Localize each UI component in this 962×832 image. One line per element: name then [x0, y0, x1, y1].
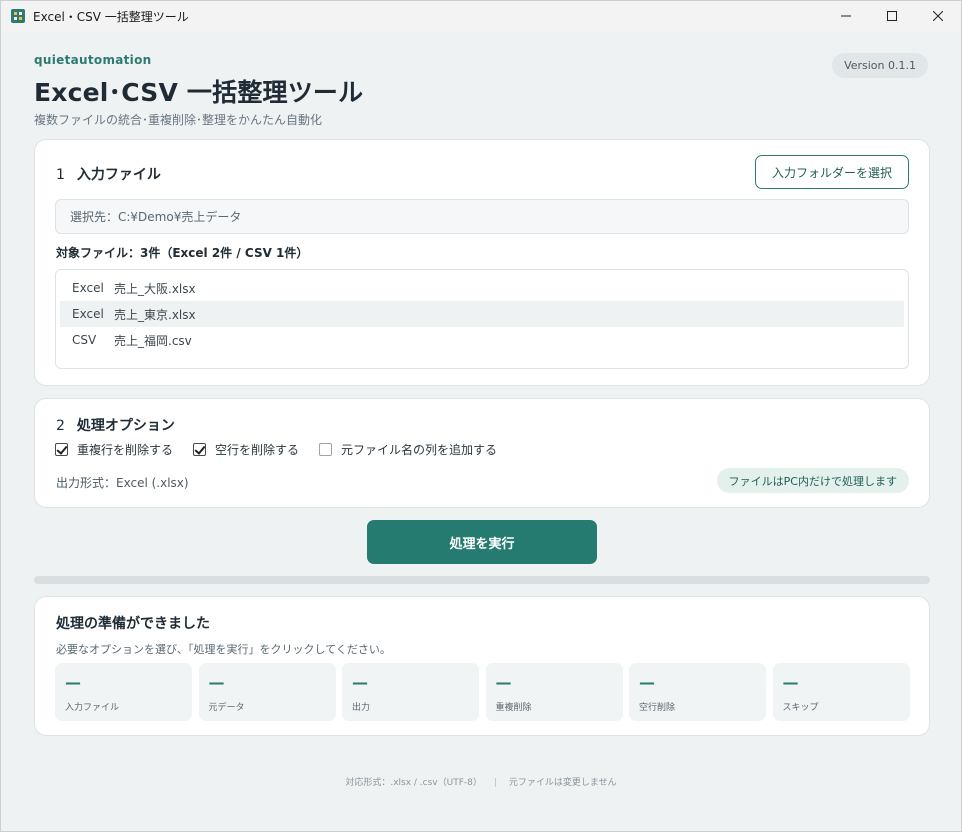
- stat-label: 元データ: [208, 703, 245, 713]
- minimize-icon: [841, 15, 851, 17]
- selected-folder-path: 選択先：C:¥Demo¥売上データ: [55, 199, 909, 234]
- file-list-item[interactable]: Excel 売上_東京.xlsx: [60, 301, 904, 327]
- status-message: 必要なオプションを選び、「処理を実行」をクリックしてください。: [56, 643, 391, 656]
- status-card: 処理の準備ができました 必要なオプションを選び、「処理を実行」をクリックしてくだ…: [34, 596, 930, 736]
- status-title: 処理の準備ができました: [56, 616, 210, 632]
- output-format: 出力形式：Excel (.xlsx): [56, 476, 189, 490]
- stat-value: —: [352, 673, 368, 692]
- close-icon: [933, 11, 943, 21]
- input-files-card: 1 入力ファイル 入力フォルダーを選択 選択先：C:¥Demo¥売上データ 対象フ…: [34, 139, 930, 386]
- stat-label: 重複削除: [495, 703, 532, 713]
- stat-duplicates-removed: — 重複削除: [485, 663, 623, 721]
- run-process-button[interactable]: 処理を実行: [367, 520, 597, 564]
- section-label: 処理オプション: [76, 418, 175, 434]
- option-checkboxes: 重複行を削除する 空行を削除する 元ファイル名の列を追加する: [55, 441, 517, 458]
- input-section-title: 1 入力ファイル: [56, 164, 161, 184]
- stat-value: —: [495, 673, 512, 692]
- options-card: 2 処理オプション 重複行を削除する 空行を削除する 元ファイル名の列を追加する …: [34, 398, 930, 508]
- options-section-title: 2 処理オプション: [56, 415, 175, 435]
- option-label: 空行を削除する: [215, 443, 300, 457]
- brand-name: quietautomation: [34, 53, 152, 67]
- source-unchanged-note: 元ファイルは変更しません: [508, 778, 617, 788]
- maximize-icon: [887, 11, 897, 21]
- option-label: 重複行を削除する: [77, 443, 174, 457]
- version-badge: Version 0.1.1: [832, 53, 928, 78]
- option-remove-empty-rows[interactable]: 空行を削除する: [193, 441, 299, 458]
- file-list-item[interactable]: CSV 売上_福岡.csv: [60, 327, 904, 353]
- window-title: Excel・CSV 一括整理ツール: [33, 9, 189, 24]
- file-name: 売上_大阪.xlsx: [114, 281, 196, 296]
- stat-source-data: — 元データ: [198, 663, 336, 721]
- page-subtitle: 複数ファイルの統合･重複削除･整理をかんたん自動化: [34, 113, 323, 127]
- checkbox-checked[interactable]: [193, 443, 207, 456]
- option-label: 元ファイル名の列を追加する: [341, 443, 498, 457]
- stat-value: —: [208, 673, 225, 692]
- stat-value: —: [65, 673, 81, 692]
- stat-input-files: — 入力ファイル: [55, 663, 192, 721]
- spreadsheet-app-icon: [11, 9, 25, 23]
- option-add-source-filename-column[interactable]: 元ファイル名の列を追加する: [319, 441, 497, 458]
- title-bar[interactable]: Excel・CSV 一括整理ツール: [1, 1, 961, 31]
- progress-bar: [34, 576, 930, 584]
- file-list: Excel 売上_大阪.xlsx Excel 売上_東京.xlsx CSV 売上…: [55, 269, 909, 369]
- file-type: Excel: [72, 307, 104, 321]
- stat-label: 空行削除: [639, 703, 676, 713]
- supported-formats: 対応形式：.xlsx / .csv（UTF-8）: [345, 778, 482, 788]
- close-button[interactable]: [915, 1, 961, 31]
- app-window: Excel・CSV 一括整理ツール quietautomation Excel･…: [0, 0, 962, 832]
- stat-empty-rows-removed: — 空行削除: [629, 663, 766, 721]
- minimize-button[interactable]: [823, 1, 869, 31]
- file-name: 売上_東京.xlsx: [114, 307, 196, 322]
- file-name: 売上_福岡.csv: [114, 333, 192, 348]
- stat-label: 出力: [352, 703, 371, 713]
- window-controls: [823, 1, 961, 31]
- select-input-folder-button[interactable]: 入力フォルダーを選択: [754, 155, 909, 189]
- stat-value: —: [782, 673, 799, 692]
- option-remove-duplicates[interactable]: 重複行を削除する: [55, 441, 173, 458]
- stats-row: — 入力ファイル — 元データ — 出力 — 重複削除 — 空行削除 — スキッ…: [55, 663, 910, 721]
- maximize-button[interactable]: [869, 1, 915, 31]
- stat-label: スキップ: [782, 703, 819, 713]
- stat-output: — 出力: [342, 663, 479, 721]
- section-number: 1: [56, 167, 65, 183]
- local-processing-badge: ファイルはPC内だけで処理します: [716, 468, 909, 493]
- footer-separator: |: [493, 778, 497, 788]
- stat-label: 入力ファイル: [65, 703, 120, 713]
- footer: 対応形式：.xlsx / .csv（UTF-8） | 元ファイルは変更しません: [1, 775, 961, 788]
- section-number: 2: [56, 418, 65, 434]
- checkbox-checked[interactable]: [55, 443, 68, 456]
- stat-value: —: [639, 673, 655, 692]
- page-title: Excel･CSV 一括整理ツール: [34, 78, 364, 107]
- section-label: 入力ファイル: [76, 167, 161, 183]
- file-list-item[interactable]: Excel 売上_大阪.xlsx: [60, 275, 904, 301]
- checkbox-unchecked[interactable]: [319, 443, 333, 456]
- file-type: CSV: [72, 333, 97, 347]
- file-count-summary: 対象ファイル：3件（Excel 2件 / CSV 1件）: [56, 246, 309, 260]
- file-type: Excel: [72, 281, 104, 295]
- stat-skipped: — スキップ: [772, 663, 910, 721]
